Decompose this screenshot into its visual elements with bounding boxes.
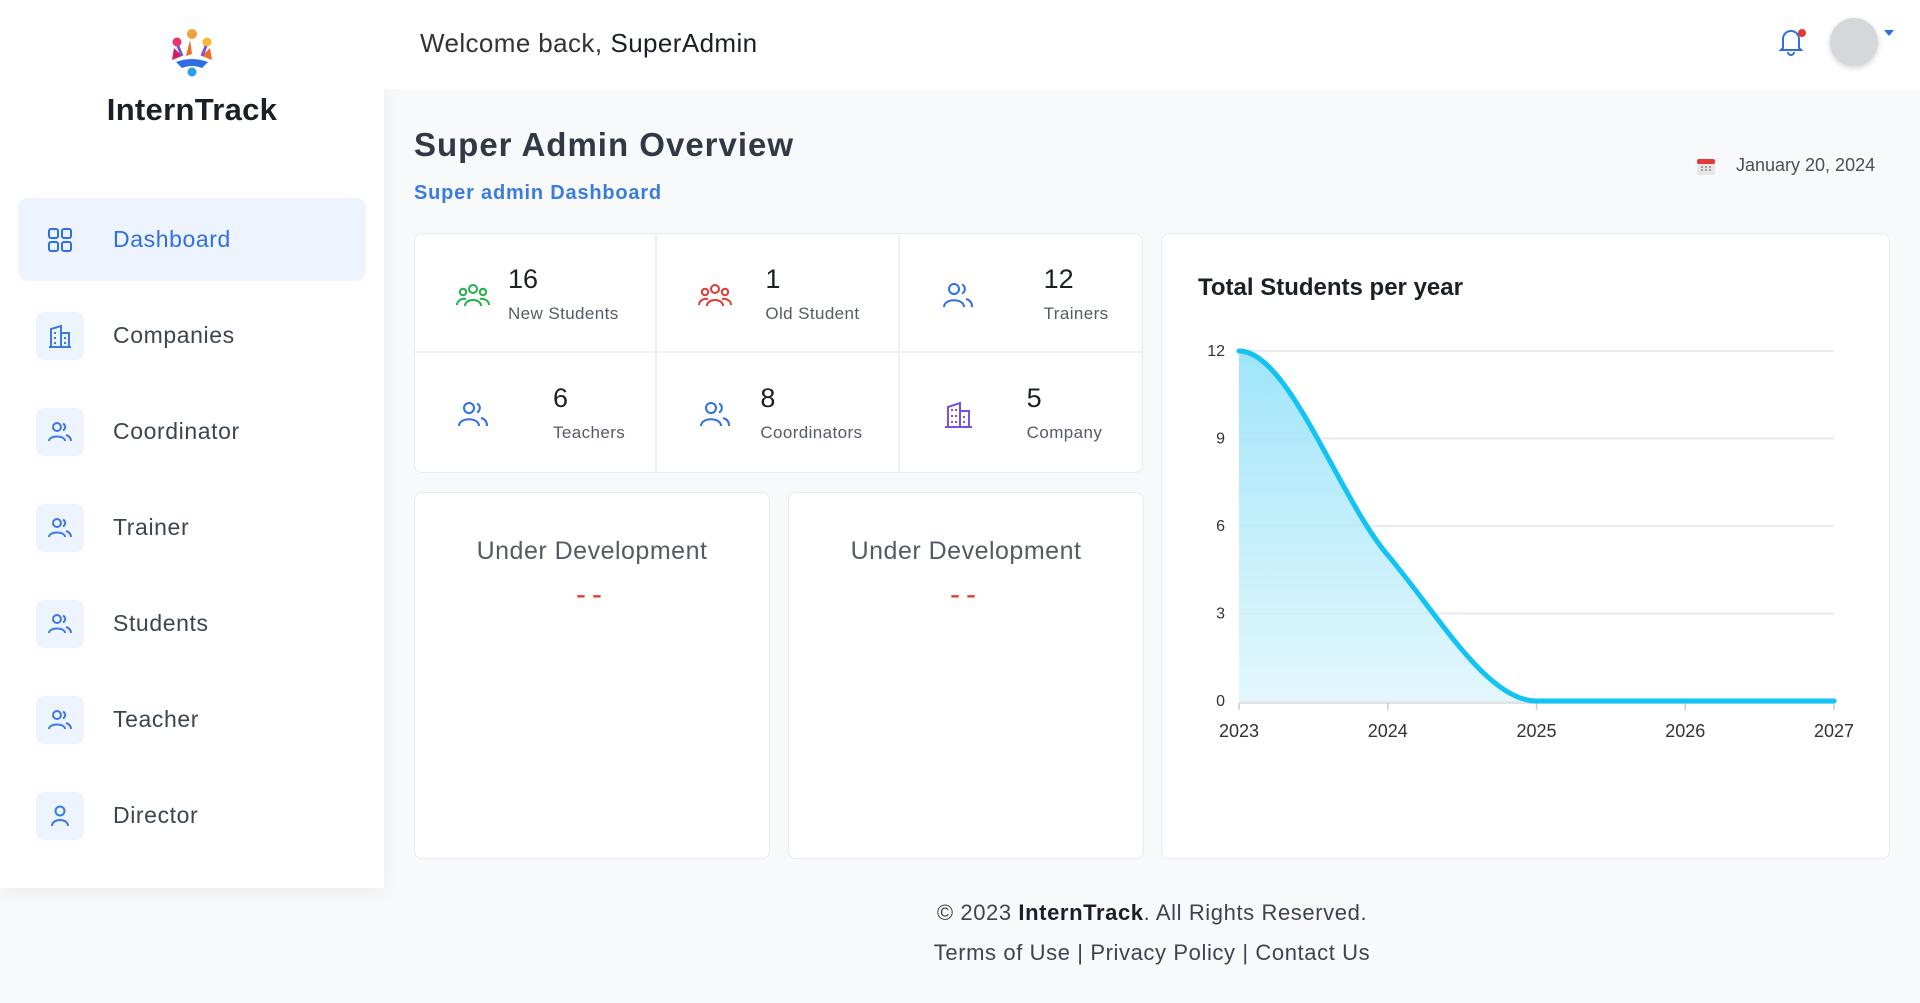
stat-company[interactable]: 5 Company [900, 353, 1142, 472]
x-tick-label: 2026 [1665, 721, 1705, 741]
logo-mark-icon [172, 29, 212, 77]
stat-label: Coordinators [760, 423, 863, 442]
card-placeholder-value: -- [576, 578, 608, 611]
breadcrumb[interactable]: Super admin Dashboard [414, 182, 662, 205]
contact-link[interactable]: Contact Us [1255, 940, 1370, 965]
group-icon [456, 284, 490, 307]
logo[interactable]: InternTrack [0, 26, 384, 128]
copyright-suffix: . All Rights Reserved. [1143, 900, 1368, 925]
card-title: Under Development [850, 537, 1082, 565]
user-icon [36, 791, 84, 840]
terms-link[interactable]: Terms of Use [934, 940, 1071, 965]
stat-coordinators[interactable]: 8 Coordinators [657, 353, 900, 472]
stat-value: 16 [508, 264, 539, 294]
sidebar-nav: Dashboard Companies Coordinator Trainer … [18, 198, 366, 870]
sidebar-item-label: Teacher [113, 706, 200, 732]
y-tick-label: 0 [1216, 693, 1225, 710]
sidebar-item-teacher[interactable]: Teacher [18, 678, 366, 761]
card-title: Under Development [476, 537, 708, 565]
footer-links: Terms of Use | Privacy Policy | Contact … [384, 940, 1920, 966]
users-icon [700, 402, 731, 427]
sidebar-item-label: Director [113, 802, 199, 828]
x-tick-label: 2024 [1368, 721, 1408, 741]
x-tick-label: 2027 [1814, 721, 1854, 741]
privacy-link[interactable]: Privacy Policy [1090, 940, 1235, 965]
sidebar-item-label: Dashboard [113, 226, 231, 252]
sidebar-item-label: Coordinator [113, 418, 240, 444]
sidebar-item-label: Students [113, 610, 209, 636]
data-point [1238, 350, 1240, 352]
students-chart-card: Total Students per year 0 3 6 9 12 2023 2024 20… [1161, 233, 1890, 859]
stat-label: Teachers [553, 423, 626, 442]
footer-brand: InternTrack [1018, 900, 1144, 925]
stat-label: New Students [508, 304, 619, 323]
stat-value: 1 [765, 264, 781, 294]
notification-button[interactable] [1774, 24, 1808, 58]
sidebar: InternTrack Dashboard Companies Coordina… [0, 0, 384, 888]
data-point [1536, 700, 1537, 702]
building-icon [36, 311, 84, 360]
footer: © 2023 InternTrack. All Rights Reserved.… [384, 900, 1920, 966]
under-development-card: Under Development -- [788, 492, 1144, 859]
calendar-icon [1697, 158, 1715, 175]
stats-grid: 16 New Students 1 Old Student 12 Trainer… [414, 233, 1143, 473]
y-tick-label: 12 [1207, 343, 1225, 360]
caret-down-icon[interactable] [1884, 30, 1894, 36]
stat-value: 6 [553, 383, 569, 413]
grid-icon [36, 216, 84, 264]
sidebar-item-label: Companies [113, 322, 235, 348]
sidebar-item-label: Trainer [113, 514, 190, 540]
group-icon [698, 284, 733, 307]
building-icon [944, 401, 972, 428]
sidebar-item-students[interactable]: Students [18, 582, 366, 665]
stat-value: 8 [760, 383, 776, 413]
user-name: SuperAdmin [610, 28, 758, 58]
stat-value: 12 [1043, 264, 1074, 294]
data-point [1833, 700, 1835, 702]
stat-value: 5 [1026, 383, 1042, 413]
data-point [1387, 554, 1389, 556]
y-tick-label: 3 [1216, 606, 1225, 623]
stat-new-students[interactable]: 16 New Students [415, 234, 658, 353]
copyright: © 2023 InternTrack. All Rights Reserved. [384, 900, 1920, 926]
y-tick-label: 9 [1216, 431, 1225, 448]
top-bar: Welcome back, SuperAdmin [384, 0, 1920, 89]
students-area-chart: 0 3 6 9 12 2023 2024 2025 2026 2027 [1207, 343, 1854, 741]
x-tick-label: 2025 [1516, 721, 1556, 741]
sidebar-item-director[interactable]: Director [18, 774, 366, 857]
sidebar-item-coordinator[interactable]: Coordinator [18, 390, 366, 473]
y-tick-label: 6 [1216, 518, 1225, 535]
users-icon [36, 503, 84, 552]
app-name: InternTrack [106, 92, 278, 127]
under-development-card: Under Development -- [414, 492, 770, 859]
sidebar-item-trainer[interactable]: Trainer [18, 486, 366, 569]
avatar[interactable] [1830, 18, 1878, 66]
users-icon [942, 283, 973, 308]
page-title: Super Admin Overview [414, 126, 795, 163]
copyright-prefix: © 2023 [936, 900, 1019, 925]
current-date: January 20, 2024 [1736, 155, 1876, 175]
sidebar-item-dashboard[interactable]: Dashboard [18, 198, 366, 281]
stat-label: Trainers [1043, 304, 1109, 323]
welcome-message: Welcome back, SuperAdmin [420, 28, 758, 59]
card-placeholder-value: -- [950, 578, 982, 611]
stat-label: Old Student [765, 304, 860, 323]
stat-label: Company [1026, 423, 1103, 442]
users-icon [458, 402, 488, 427]
sidebar-item-companies[interactable]: Companies [18, 294, 366, 377]
date-display: January 20, 2024 [1696, 155, 1875, 176]
x-tick-label: 2023 [1219, 721, 1259, 741]
stat-teachers[interactable]: 6 Teachers [415, 353, 658, 472]
notification-badge [1798, 29, 1806, 37]
stat-trainers[interactable]: 12 Trainers [899, 234, 1142, 353]
link-separator: | [1070, 940, 1091, 965]
stat-old-student[interactable]: 1 Old Student [657, 234, 900, 353]
data-point [1684, 700, 1686, 702]
users-icon [36, 407, 84, 456]
link-separator: | [1235, 940, 1256, 965]
users-icon [36, 599, 84, 648]
welcome-text: Welcome back, [420, 28, 603, 58]
users-icon [36, 695, 84, 744]
